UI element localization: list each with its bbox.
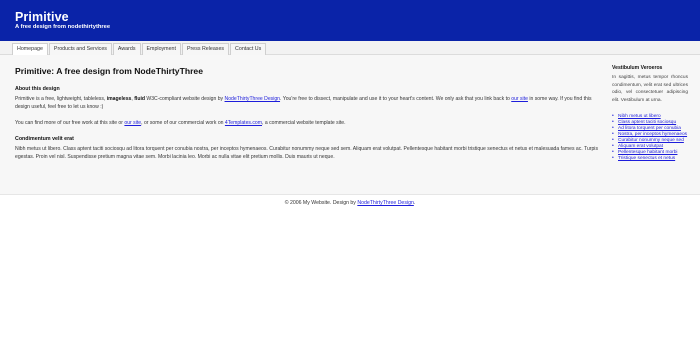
our-site-link[interactable]: our site bbox=[511, 96, 528, 102]
about-heading: About this design bbox=[15, 86, 60, 92]
site-tagline: A free design from nodethirtythree bbox=[15, 24, 111, 30]
footer: © 2006 My Website. Design by NodeThirtyT… bbox=[0, 200, 700, 206]
sidebar-heading: Vestibulum Veroeros bbox=[612, 65, 663, 71]
nav-bar: Homepage Products and Services Awards Em… bbox=[0, 41, 700, 56]
tab-awards[interactable]: Awards bbox=[112, 43, 141, 55]
footer-text: © 2006 My Website. Design by bbox=[284, 200, 358, 206]
more-text-1: You can find more of our free work at th… bbox=[15, 120, 125, 127]
sidebar-link[interactable]: Class aptent taciti sociosqu bbox=[618, 120, 676, 125]
footer-end: . bbox=[413, 200, 416, 206]
list-item: Ad litora torquent per conubia bbox=[612, 126, 688, 132]
condimentum-heading: Condimentum velit erat bbox=[15, 135, 74, 142]
about-text-3: W3C-compliant website design by bbox=[144, 96, 225, 102]
tab-press-releases[interactable]: Press Releases bbox=[181, 43, 230, 55]
about-bold-fluid: fluid bbox=[134, 96, 145, 102]
more-work-paragraph: You can find more of our free work at th… bbox=[15, 119, 603, 127]
sidebar-text: In sagittis, metus tempor rhoncus condim… bbox=[612, 75, 688, 103]
our-site-link-2[interactable]: our site bbox=[124, 120, 141, 126]
tab-employment[interactable]: Employment bbox=[141, 43, 181, 55]
content-area: Primitive: A free design from NodeThirty… bbox=[0, 55, 700, 195]
nodethirtythree-link[interactable]: NodeThirtyThree Design bbox=[225, 96, 281, 102]
about-paragraph: Primitive is a free, lightweight, tablel… bbox=[15, 95, 603, 111]
footer-design-link[interactable]: NodeThirtyThree Design bbox=[357, 200, 414, 206]
list-item: Curabitur nonummy neque sed bbox=[612, 138, 688, 144]
more-text-2: , or some of our commercial work on bbox=[141, 120, 225, 127]
about-text-1: Primitive is a free, lightweight, tablel… bbox=[15, 96, 107, 102]
tab-contact-us[interactable]: Contact Us bbox=[230, 43, 267, 55]
about-text-4: . You're free to dissect, manipulate and… bbox=[280, 96, 512, 102]
list-item: Nostra, per inceptos hymenaeos bbox=[612, 132, 688, 138]
sidebar-link[interactable]: Pellentesque habitant morbi bbox=[618, 150, 677, 155]
site-header: Primitive A free design from nodethirtyt… bbox=[0, 0, 700, 41]
list-item: Nibh metus ut libero bbox=[612, 114, 688, 120]
sidebar-link[interactable]: Tristique senectus et netus bbox=[618, 156, 675, 161]
main-content: Primitive: A free design from NodeThirty… bbox=[15, 66, 603, 169]
about-bold-imageless: imageless bbox=[106, 96, 132, 102]
list-item: Tristique senectus et netus bbox=[612, 156, 688, 162]
condimentum-paragraph: Nibh metus ut libero. Class aptent tacit… bbox=[15, 145, 598, 160]
sidebar-link[interactable]: Nibh metus ut libero bbox=[618, 114, 661, 119]
sidebar-link[interactable]: Nostra, per inceptos hymenaeos bbox=[618, 132, 687, 137]
sidebar-link[interactable]: Ad litora torquent per conubia bbox=[618, 126, 681, 131]
list-item: Aliquam erat volutpat bbox=[612, 144, 688, 150]
sidebar-link-list: Nibh metus ut libero Class aptent taciti… bbox=[612, 114, 688, 162]
more-text-3: , a commercial website template site. bbox=[262, 120, 346, 127]
4templates-link[interactable]: 4Templates.com bbox=[225, 120, 262, 126]
sidebar: Vestibulum Veroeros In sagittis, metus t… bbox=[612, 65, 688, 162]
list-item: Class aptent taciti sociosqu bbox=[612, 120, 688, 126]
page-title: Primitive: A free design from NodeThirty… bbox=[15, 66, 203, 76]
tab-products-and-services[interactable]: Products and Services bbox=[48, 43, 112, 55]
sidebar-link[interactable]: Aliquam erat volutpat bbox=[618, 144, 663, 149]
sidebar-link[interactable]: Curabitur nonummy neque sed bbox=[618, 138, 684, 143]
list-item: Pellentesque habitant morbi bbox=[612, 150, 688, 156]
site-title: Primitive bbox=[15, 10, 69, 24]
